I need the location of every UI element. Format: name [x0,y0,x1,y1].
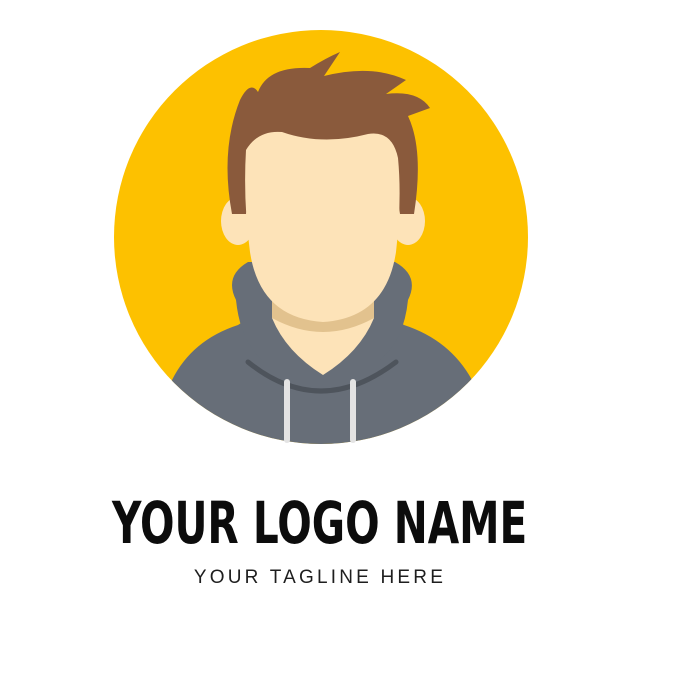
person-avatar-icon [114,30,528,444]
tagline: YOUR TAGLINE HERE [193,567,447,588]
logo-name: YOUR LOGO NAME [112,489,528,557]
face [245,131,400,322]
